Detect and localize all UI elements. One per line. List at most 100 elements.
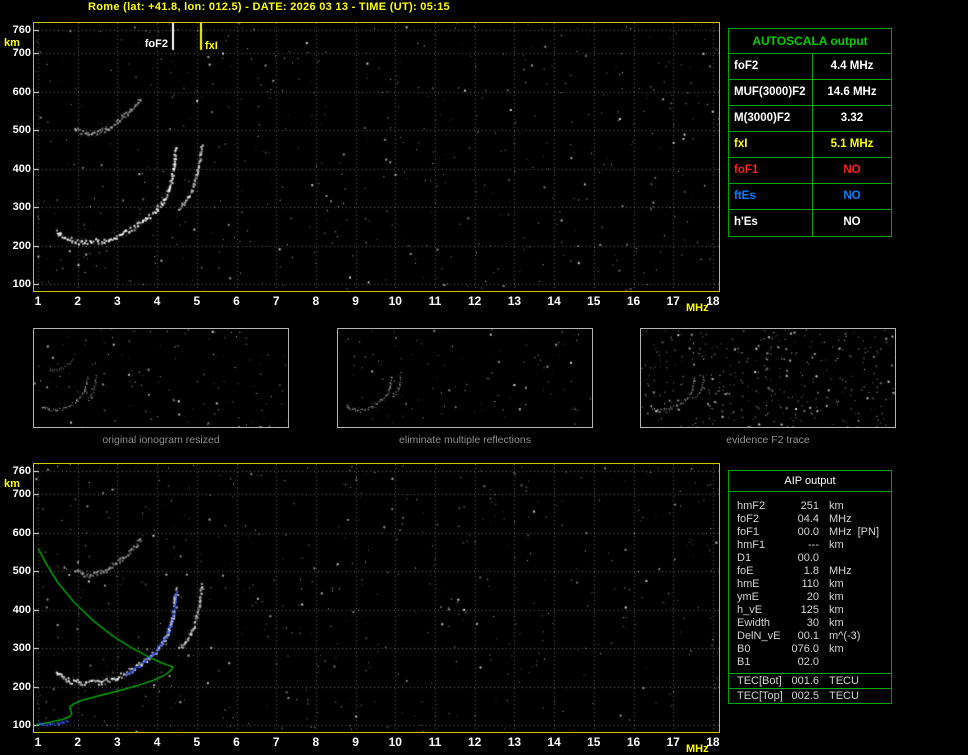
aip-param-name: DelN_vE (737, 630, 781, 642)
y-tick-label: 100 (12, 278, 31, 290)
autoscala-table-title: AUTOSCALA output (729, 29, 891, 54)
aip-row: B1 02.0 (737, 656, 891, 669)
autoscala-row-label: ftEs (729, 184, 813, 209)
aip-tec-value: 002.5 (791, 690, 819, 702)
aip-param-value: 1.8 (803, 565, 819, 577)
autoscala-row-value: NO (843, 190, 861, 202)
aip-row: h_vE 125 km (737, 604, 891, 617)
x-tick-label: 15 (587, 294, 601, 308)
aip-row: foE 1.8 MHz (737, 565, 891, 578)
bottom-ionogram-canvas (34, 464, 719, 732)
autoscala-row-value: NO (843, 164, 861, 176)
top-x-unit-label: MHz (686, 302, 709, 314)
x-tick-label: 12 (468, 735, 482, 749)
aip-table-rows: hmF2 251 km foF2 04.4 MHz foF1 00.0 MHz [PN] hmF1 -… (729, 492, 891, 669)
aip-param-unit: km (829, 591, 844, 603)
thumbnail-eliminate-reflections (337, 328, 593, 428)
x-tick-label: 9 (352, 294, 359, 308)
x-tick-label: 17 (666, 294, 680, 308)
aip-param-unit: MHz (829, 526, 852, 538)
aip-param-value: 30 (806, 617, 819, 629)
aip-row: D1 00.0 (737, 552, 891, 565)
aip-param-unit: MHz (829, 565, 852, 577)
autoscala-row: foF2 4.4 MHz (729, 54, 891, 80)
x-tick-label: 3 (114, 735, 121, 749)
x-tick-label: 2 (74, 735, 82, 749)
autoscala-row-value: 4.4 MHz (830, 60, 874, 72)
x-tick-label: 3 (114, 294, 121, 308)
thumbnail-evidence-f2-trace-canvas (641, 329, 895, 427)
aip-param-unit: m^(-3) (829, 630, 861, 642)
x-tick-label: 16 (626, 735, 641, 749)
aip-param-extra: [PN] (857, 526, 880, 538)
autoscala-row: fxI 5.1 MHz (729, 132, 891, 158)
aip-param-unit: km (829, 604, 844, 616)
y-tick-label: 100 (12, 719, 31, 731)
x-tick-label: 1 (34, 735, 42, 749)
aip-param-value: 00.1 (797, 630, 819, 642)
x-tick-label: 6 (233, 294, 240, 308)
aip-tec-row: TEC[Bot] 001.6 TECU (729, 673, 891, 688)
autoscala-row-label: h'Es (729, 210, 813, 236)
autoscala-table: AUTOSCALA output foF2 4.4 MHz MUF(3000)F2 1… (728, 28, 892, 237)
aip-row: DelN_vE 00.1 m^(-3) (737, 630, 891, 643)
y-tick-label: 300 (12, 201, 31, 213)
fof2-marker-label: foF2 (144, 38, 168, 50)
thumbnail-caption-eliminate: eliminate multiple reflections (399, 434, 531, 446)
x-tick-label: 16 (626, 294, 641, 308)
autoscala-row-label: MUF(3000)F2 (729, 80, 813, 105)
aip-row: B0 076.0 km (737, 643, 891, 656)
y-tick-label: 600 (12, 527, 31, 539)
aip-param-value: 02.0 (797, 656, 819, 668)
thumbnail-caption-evidence: evidence F2 trace (726, 434, 810, 446)
x-tick-label: 14 (547, 294, 561, 308)
x-tick-label: 13 (507, 735, 522, 749)
autoscala-row: foF1 NO (729, 158, 891, 184)
autoscala-row-label: foF2 (729, 54, 813, 79)
y-tick-label: 500 (12, 124, 31, 136)
autoscala-row: h'Es NO (729, 210, 891, 236)
x-tick-label: 6 (233, 735, 240, 749)
y-tick-label: 400 (12, 604, 31, 616)
autoscala-row-value: 3.32 (840, 112, 864, 124)
x-tick-label: 8 (312, 735, 320, 749)
x-tick-label: 5 (193, 294, 201, 308)
y-tick-label: 600 (12, 86, 31, 98)
x-tick-label: 4 (153, 294, 161, 308)
x-tick-label: 10 (388, 735, 402, 749)
x-tick-label: 12 (468, 294, 482, 308)
aip-tec-value: 001.6 (791, 675, 819, 687)
aip-param-unit: km (829, 578, 844, 590)
aip-param-unit: km (829, 617, 844, 629)
aip-param-name: foE (737, 565, 754, 577)
top-ionogram-plot (33, 22, 720, 292)
thumbnail-evidence-f2-trace (640, 328, 896, 428)
screen: Rome (lat: +41.8, lon: 012.5) - DATE: 20… (0, 0, 968, 755)
y-tick-label: 500 (12, 565, 31, 577)
autoscala-row-label: foF1 (729, 158, 813, 183)
aip-tec-row: TEC[Top] 002.5 TECU (729, 688, 891, 703)
aip-row: ymE 20 km (737, 591, 891, 604)
aip-param-value: 00.0 (797, 552, 819, 564)
aip-param-name: foF1 (737, 526, 760, 538)
aip-row: hmF1 --- km (737, 539, 891, 552)
autoscala-row-value: NO (843, 216, 861, 228)
x-tick-label: 15 (587, 735, 601, 749)
aip-param-unit: MHz (829, 513, 852, 525)
aip-param-name: foF2 (737, 513, 760, 525)
x-tick-label: 18 (706, 294, 720, 308)
aip-row: hmF2 251 km (737, 500, 891, 513)
y-tick-label: 700 (12, 47, 31, 59)
aip-row: hmE 110 km (737, 578, 891, 591)
thumbnail-eliminate-reflections-canvas (338, 329, 592, 427)
aip-param-name: hmE (737, 578, 760, 590)
x-tick-label: 8 (312, 294, 320, 308)
x-tick-label: 7 (272, 294, 280, 308)
x-tick-label: 7 (272, 735, 280, 749)
aip-tec-unit: TECU (829, 675, 859, 687)
x-tick-label: 18 (706, 735, 720, 749)
aip-param-value: 20 (806, 591, 819, 603)
aip-param-name: B1 (737, 656, 751, 668)
x-tick-label: 14 (547, 735, 561, 749)
aip-table-tec-rows: TEC[Bot] 001.6 TECU TEC[Top] 002.5 TECU (729, 673, 891, 703)
